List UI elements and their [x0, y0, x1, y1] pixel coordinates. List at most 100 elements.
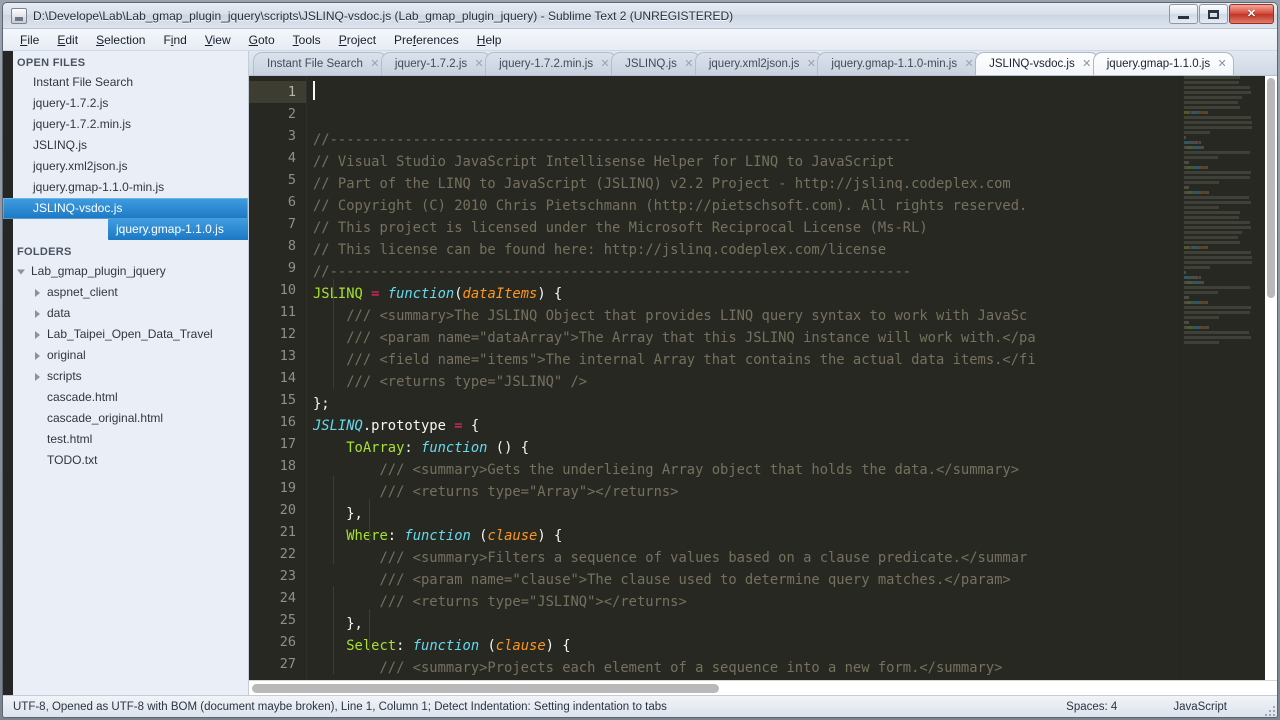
code-line[interactable]: /// <param name="dataArray">The Array th…: [307, 327, 1277, 349]
minimap-line: [1184, 166, 1265, 170]
tab-close-icon[interactable]: ✕: [1082, 58, 1092, 70]
status-syntax[interactable]: JavaScript: [1173, 701, 1227, 713]
open-files-header: OPEN FILES: [17, 57, 86, 69]
minimap-line: [1184, 101, 1265, 105]
chevron-right-icon[interactable]: [35, 330, 40, 339]
code-line[interactable]: },: [307, 613, 1277, 635]
code-line[interactable]: },: [307, 503, 1277, 525]
code-line[interactable]: // Part of the LINQ to JavaScript (JSLIN…: [307, 173, 1277, 195]
menu-help[interactable]: Help: [468, 30, 511, 50]
tab-close-icon[interactable]: ✕: [370, 58, 380, 70]
menu-tools[interactable]: Tools: [284, 30, 330, 50]
chevron-right-icon[interactable]: [35, 372, 40, 381]
editor-tab[interactable]: JSLINQ-vsdoc.js ✕: [975, 52, 1099, 75]
project-file-item[interactable]: cascade.html: [3, 387, 248, 408]
code-line[interactable]: };: [307, 393, 1277, 415]
line-number: 20: [279, 502, 296, 518]
tab-close-icon[interactable]: ✕: [684, 58, 694, 70]
chevron-down-icon[interactable]: [17, 269, 25, 274]
editor-tab[interactable]: jquery.xml2json.js ✕: [694, 52, 824, 75]
code-line[interactable]: /// <summary>Gets the underlieing Array …: [307, 459, 1277, 481]
status-spaces[interactable]: Spaces: 4: [1066, 701, 1117, 713]
open-file-item[interactable]: jquery.gmap-1.1.0-min.js: [3, 177, 248, 198]
tab-close-icon[interactable]: ✕: [474, 58, 484, 70]
minimize-button[interactable]: [1169, 4, 1198, 24]
code-line[interactable]: /// <returns type="JSLINQ"></returns>: [307, 591, 1277, 613]
editor-tab[interactable]: Instant File Search ✕: [253, 52, 387, 75]
code-line[interactable]: Where: function (clause) {: [307, 525, 1277, 547]
code-line[interactable]: /// <summary>Projects each element of a …: [307, 657, 1277, 679]
code-line[interactable]: // Copyright (C) 2010 Chris Pietschmann …: [307, 195, 1277, 217]
minimap-line: [1184, 276, 1265, 280]
code-line[interactable]: /// <returns type="JSLINQ" />: [307, 371, 1277, 393]
code-line[interactable]: /// <summary>Filters a sequence of value…: [307, 547, 1277, 569]
open-file-item[interactable]: Instant File Search: [3, 72, 248, 93]
code-line[interactable]: // This project is licensed under the Mi…: [307, 217, 1277, 239]
editor-tab[interactable]: jquery-1.7.2.js ✕: [380, 52, 492, 75]
chevron-right-icon[interactable]: [35, 309, 40, 318]
minimap-line: [1184, 301, 1265, 305]
code-line[interactable]: //--------------------------------------…: [307, 261, 1277, 283]
project-file-item[interactable]: test.html: [3, 429, 248, 450]
code-line[interactable]: ToArray: function () {: [307, 437, 1277, 459]
menu-view[interactable]: View: [196, 30, 240, 50]
menu-file[interactable]: File: [11, 30, 48, 50]
drag-ghost-item[interactable]: jquery.gmap-1.1.0.js: [108, 219, 248, 240]
editor-tab[interactable]: JSLINQ.js ✕: [611, 52, 701, 75]
minimap-line: [1184, 271, 1265, 275]
folder-item[interactable]: aspnet_client: [3, 282, 248, 303]
chevron-right-icon[interactable]: [35, 288, 40, 297]
open-file-item[interactable]: JSLINQ.js: [3, 135, 248, 156]
code-line[interactable]: /// <summary>The JSLINQ Object that prov…: [307, 305, 1277, 327]
code-area[interactable]: 1 2 3 4 5 6 7 8 9 10 11 12 13 14 15 16 17 18 19 20 21 22 23 24 2…: [249, 76, 1277, 680]
maximize-button[interactable]: [1199, 4, 1228, 24]
minimap-line: [1184, 191, 1265, 195]
menu-selection[interactable]: Selection: [87, 30, 154, 50]
editor-tab[interactable]: jquery.gmap-1.1.0.js ✕: [1092, 52, 1235, 75]
menu-edit[interactable]: Edit: [48, 30, 87, 50]
horizontal-scrollbar-thumb[interactable]: [252, 684, 719, 693]
code-line[interactable]: /// <field name="items">The internal Arr…: [307, 349, 1277, 371]
horizontal-scrollbar[interactable]: [249, 680, 1277, 695]
line-number: 4: [287, 150, 296, 166]
vertical-scrollbar-thumb[interactable]: [1267, 78, 1275, 298]
menu-project[interactable]: Project: [330, 30, 385, 50]
menu-goto[interactable]: Goto: [240, 30, 284, 50]
tab-close-icon[interactable]: ✕: [1217, 58, 1227, 70]
code-token: dataItems: [462, 286, 538, 302]
code-line[interactable]: // Visual Studio JavaScript Intellisense…: [307, 151, 1277, 173]
code-line[interactable]: /// <param name="clause">The clause used…: [307, 569, 1277, 591]
tab-close-icon[interactable]: ✕: [600, 58, 610, 70]
code-line[interactable]: Select: function (clause) {: [307, 635, 1277, 657]
code-line[interactable]: JSLINQ = function(dataItems) {: [307, 283, 1277, 305]
project-file-item[interactable]: cascade_original.html: [3, 408, 248, 429]
folder-item[interactable]: scripts: [3, 366, 248, 387]
close-button[interactable]: ✕: [1229, 4, 1274, 24]
code-line[interactable]: // This license can be found here: http:…: [307, 239, 1277, 261]
vertical-scrollbar[interactable]: [1265, 76, 1277, 680]
minimap[interactable]: [1179, 76, 1265, 680]
folder-item[interactable]: original: [3, 345, 248, 366]
menu-find[interactable]: Find: [154, 30, 195, 50]
folder-item[interactable]: data: [3, 303, 248, 324]
folder-root-item[interactable]: Lab_gmap_plugin_jquery: [3, 261, 248, 282]
menu-preferences[interactable]: Preferences: [385, 30, 468, 50]
code-content[interactable]: //--------------------------------------…: [307, 76, 1277, 680]
folder-item[interactable]: Lab_Taipei_Open_Data_Travel: [3, 324, 248, 345]
code-line[interactable]: JSLINQ.prototype = {: [307, 415, 1277, 437]
open-file-item[interactable]: jquery.xml2json.js: [3, 156, 248, 177]
status-bar: UTF-8, Opened as UTF-8 with BOM (documen…: [3, 695, 1277, 717]
tab-close-icon[interactable]: ✕: [964, 58, 974, 70]
editor-tab[interactable]: jquery.gmap-1.1.0-min.js ✕: [817, 52, 982, 75]
open-file-item[interactable]: JSLINQ-vsdoc.js: [3, 198, 248, 219]
resize-grip[interactable]: [1261, 702, 1275, 716]
chevron-right-icon[interactable]: [35, 351, 40, 360]
project-file-item[interactable]: TODO.txt: [3, 450, 248, 471]
minimap-line: [1184, 261, 1265, 265]
tab-close-icon[interactable]: ✕: [806, 58, 816, 70]
open-file-item[interactable]: jquery-1.7.2.js: [3, 93, 248, 114]
open-file-item[interactable]: jquery-1.7.2.min.js: [3, 114, 248, 135]
editor-tab[interactable]: jquery-1.7.2.min.js ✕: [485, 52, 618, 75]
code-line[interactable]: /// <returns type="Array"></returns>: [307, 481, 1277, 503]
code-line[interactable]: //--------------------------------------…: [307, 129, 1277, 151]
